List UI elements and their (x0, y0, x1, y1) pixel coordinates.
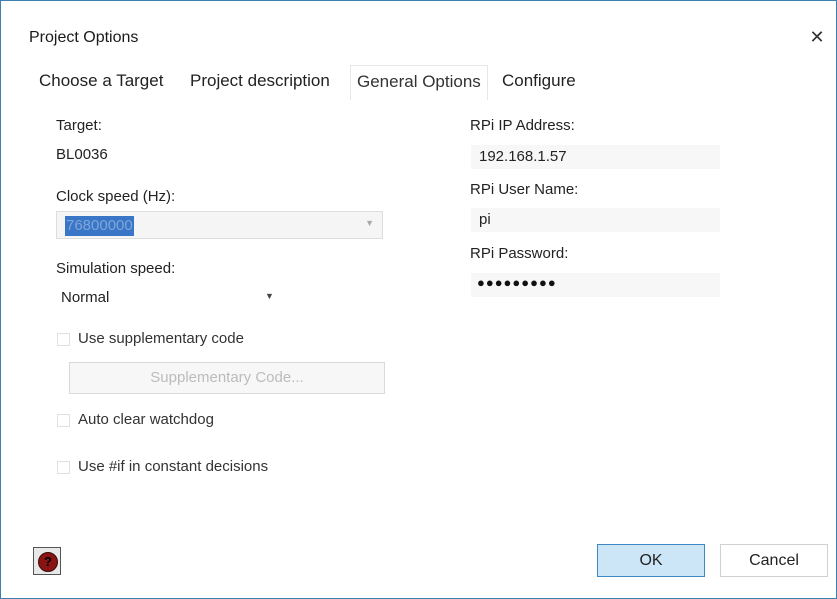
simulation-speed-value: Normal (61, 289, 110, 306)
close-icon[interactable]: ✕ (807, 27, 827, 47)
clock-speed-combobox[interactable]: 76800000 ▼ (56, 211, 383, 239)
tab-project-description[interactable]: Project description (190, 65, 330, 99)
rpi-user-value: pi (479, 211, 491, 228)
project-options-dialog: Project Options ✕ Choose a Target Projec… (0, 0, 837, 599)
use-if-constant-label[interactable]: Use #if in constant decisions (78, 458, 268, 475)
supplementary-code-button[interactable]: Supplementary Code... (69, 362, 385, 394)
help-button[interactable]: ? (33, 547, 61, 575)
auto-clear-watchdog-label[interactable]: Auto clear watchdog (78, 411, 214, 428)
ok-button[interactable]: OK (597, 544, 705, 577)
simulation-speed-label: Simulation speed: (56, 260, 176, 277)
rpi-password-mask: ●●●●●●●●● (477, 275, 557, 290)
rpi-password-label: RPi Password: (470, 245, 569, 262)
chevron-down-icon[interactable]: ▼ (365, 218, 374, 228)
help-icon: ? (38, 552, 58, 572)
rpi-ip-input[interactable]: 192.168.1.57 (471, 145, 720, 169)
rpi-ip-value: 192.168.1.57 (479, 148, 567, 165)
dialog-title: Project Options (29, 29, 139, 46)
cancel-button[interactable]: Cancel (720, 544, 828, 577)
chevron-down-icon[interactable]: ▼ (265, 291, 274, 301)
clock-speed-label: Clock speed (Hz): (56, 188, 176, 205)
use-supplementary-code-label[interactable]: Use supplementary code (78, 330, 244, 347)
rpi-user-input[interactable]: pi (471, 208, 720, 232)
tab-general-options[interactable]: General Options (350, 65, 488, 100)
tab-choose-target[interactable]: Choose a Target (39, 65, 163, 99)
simulation-speed-select[interactable]: Normal ▼ (56, 284, 278, 312)
rpi-user-label: RPi User Name: (470, 181, 579, 198)
use-supplementary-code-checkbox[interactable] (57, 333, 70, 346)
tab-configure[interactable]: Configure (502, 65, 576, 99)
target-label: Target: (56, 117, 102, 134)
target-value: BL0036 (56, 146, 108, 163)
rpi-password-input[interactable]: ●●●●●●●●● (471, 273, 720, 297)
use-if-constant-checkbox[interactable] (57, 461, 70, 474)
clock-speed-value: 76800000 (65, 216, 134, 236)
rpi-ip-label: RPi IP Address: (470, 117, 575, 134)
auto-clear-watchdog-checkbox[interactable] (57, 414, 70, 427)
